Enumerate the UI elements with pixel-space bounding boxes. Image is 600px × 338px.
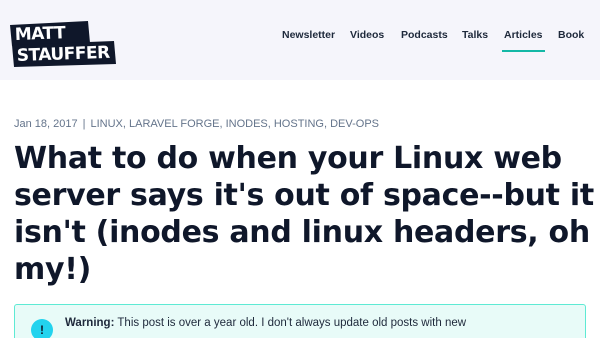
post-tags[interactable]: LINUX, LARAVEL FORGE, INODES, HOSTING, D… [90, 118, 379, 130]
warning-label: Warning: [65, 317, 115, 329]
info-icon: ! [31, 319, 53, 338]
nav-podcasts[interactable]: Podcasts [401, 29, 448, 41]
site-header: MATT STAUFFER Newsletter Videos Podcasts… [0, 0, 600, 80]
warning-message: Warning: This post is over a year old. I… [65, 317, 466, 329]
post-title: What to do when your Linux web server sa… [14, 141, 594, 287]
meta-separator: | [82, 118, 86, 130]
warning-callout: ! Warning: This post is over a year old.… [14, 304, 586, 338]
post-date: Jan 18, 2017 [14, 118, 78, 130]
main-nav: Newsletter Videos Podcasts Talks Article… [0, 29, 600, 53]
post-meta: Jan 18, 2017 | LINUX, LARAVEL FORGE, INODE… [14, 118, 379, 130]
nav-newsletter[interactable]: Newsletter [282, 29, 335, 41]
nav-videos[interactable]: Videos [350, 29, 384, 41]
nav-articles[interactable]: Articles [502, 29, 545, 52]
nav-talks[interactable]: Talks [462, 29, 488, 41]
nav-book[interactable]: Book [558, 29, 584, 41]
warning-text: This post is over a year old. I don't al… [114, 317, 467, 329]
